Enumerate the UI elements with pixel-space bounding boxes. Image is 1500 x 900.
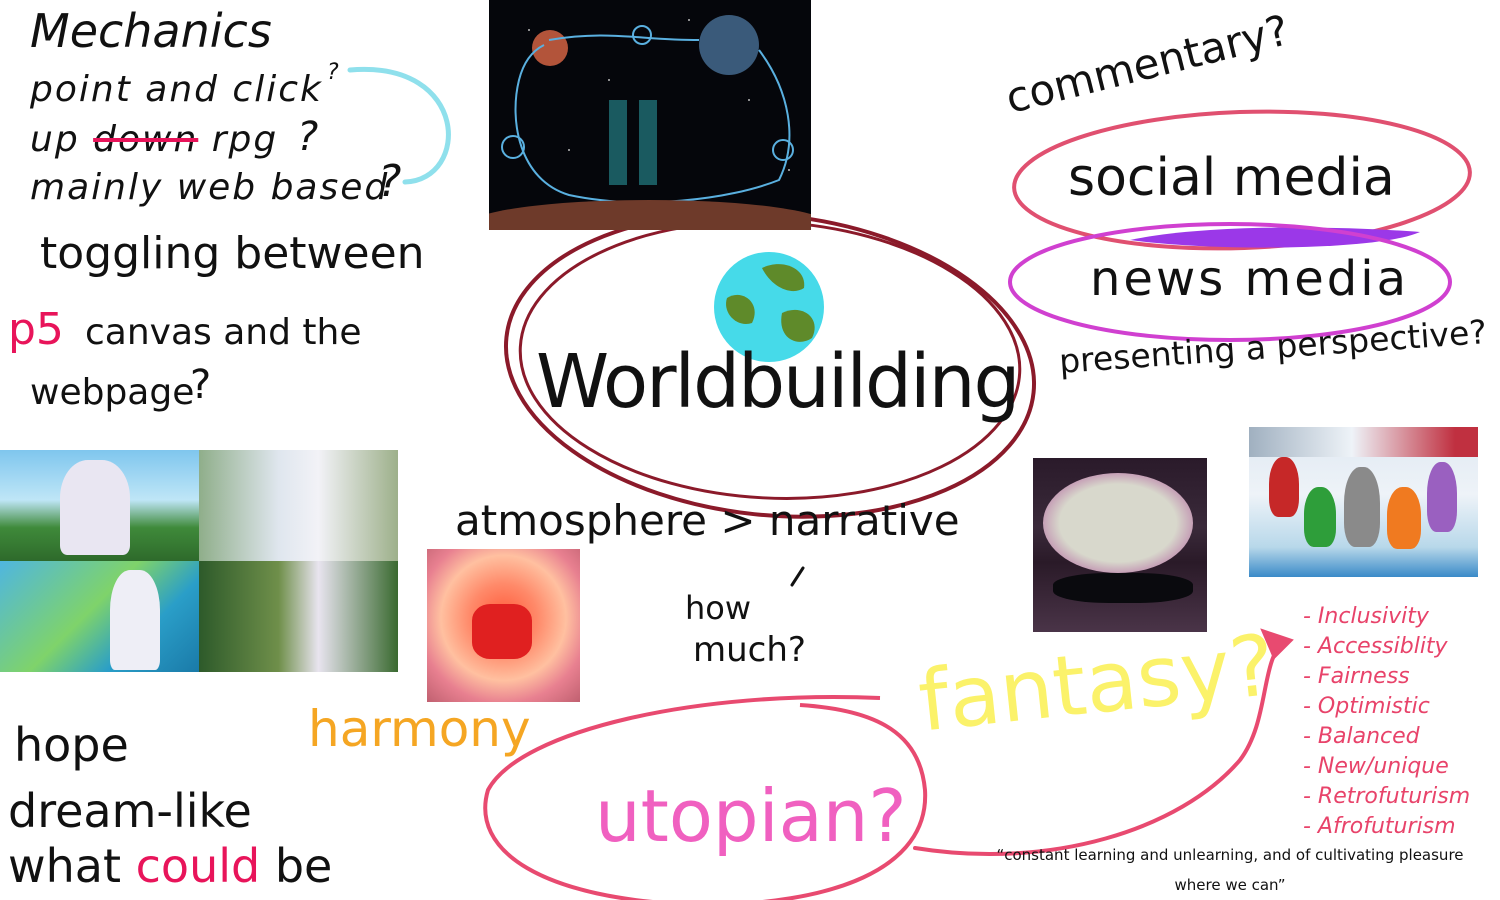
list-item-fairness: - Fairness: [1303, 664, 1410, 689]
space-scene: [489, 15, 811, 230]
hope-text: hope: [14, 718, 129, 772]
mechanics-point-and-click: point and click: [30, 69, 323, 110]
mechanics-point-and-click-question: ?: [327, 60, 339, 85]
earth-planet-icon: [699, 15, 759, 75]
background-scene: [1249, 427, 1478, 457]
list-item-balanced: - Balanced: [1303, 724, 1420, 749]
mechanics-rpg-text: rpg: [198, 119, 279, 160]
mechanics-web-based-question: ?: [378, 156, 402, 207]
anime-collage-image: [0, 450, 398, 672]
penguin-party-image: [1249, 427, 1478, 577]
dark-wave: [1053, 573, 1193, 603]
anime-panel: [199, 561, 398, 672]
social-media-text: social media: [1068, 148, 1395, 208]
narrative-tick-stroke: [790, 566, 805, 587]
be-text: be: [274, 839, 333, 893]
anime-panel: [199, 450, 398, 561]
penguin-figure: [1387, 487, 1421, 549]
astronaut-figure: [639, 100, 657, 185]
dream-like-text: dream-like: [8, 784, 252, 838]
atmosphere-narrative-text: atmosphere > narrative: [455, 496, 960, 545]
p5-text: p5: [8, 304, 64, 355]
news-media-text: news media: [1090, 251, 1409, 307]
list-item-inclusivity: - Inclusivity: [1303, 604, 1429, 629]
character-figure: [60, 460, 130, 555]
red-figure-image: [427, 549, 580, 702]
how-text: how: [685, 589, 752, 627]
mechanics-up-text: up: [30, 119, 94, 160]
could-text: could: [135, 839, 261, 893]
penguin-figure: [1269, 457, 1299, 517]
canvas-and-the-text: canvas and the: [85, 312, 362, 353]
toggling-between-text: toggling between: [40, 228, 425, 279]
character-figure: [110, 570, 160, 670]
list-item-new-unique: - New/unique: [1303, 754, 1449, 779]
harmony-text: harmony: [308, 700, 531, 758]
quote-line-1: “constant learning and unlearning, and o…: [996, 846, 1464, 864]
list-item-accessiblity: - Accessiblity: [1303, 634, 1448, 659]
list-item-afrofuturism: - Afrofuturism: [1303, 814, 1456, 839]
values-list: - Inclusivity - Accessiblity - Fairness …: [1303, 602, 1470, 842]
webpage-question: ?: [190, 362, 212, 408]
penguin-figure: [1344, 467, 1380, 547]
glow-shape: [1043, 473, 1193, 573]
figure-body: [472, 604, 532, 659]
space-planets-image: [489, 0, 811, 230]
glow-explosion-image: [1033, 458, 1207, 632]
mechanics-mainly-web-based: mainly web based: [30, 167, 390, 208]
quote-line-2: where we can”: [1174, 876, 1286, 894]
much-question-text: much?: [693, 630, 806, 670]
astronaut-figure: [609, 100, 627, 185]
worldbuilding-title: Worldbuilding: [536, 339, 1020, 425]
quote-block: “constant learning and unlearning, and o…: [990, 840, 1470, 900]
mechanics-up-down-rpg: up down rpg: [30, 122, 278, 158]
penguin-figure: [1427, 462, 1457, 532]
penguin-figure: [1304, 487, 1336, 547]
anime-panel: [0, 561, 199, 672]
what-text: what: [8, 839, 122, 893]
list-item-optimistic: - Optimistic: [1303, 694, 1430, 719]
list-item-retrofuturism: - Retrofuturism: [1303, 784, 1471, 809]
webpage-text: webpage: [30, 372, 195, 413]
mechanics-struck-down-text: down: [93, 119, 199, 160]
mechanics-up-down-rpg-question: ?: [297, 114, 319, 160]
mechanics-title: Mechanics: [30, 4, 272, 58]
what-could-be-line: what could be: [8, 843, 332, 889]
utopian-text: utopian?: [595, 774, 907, 858]
